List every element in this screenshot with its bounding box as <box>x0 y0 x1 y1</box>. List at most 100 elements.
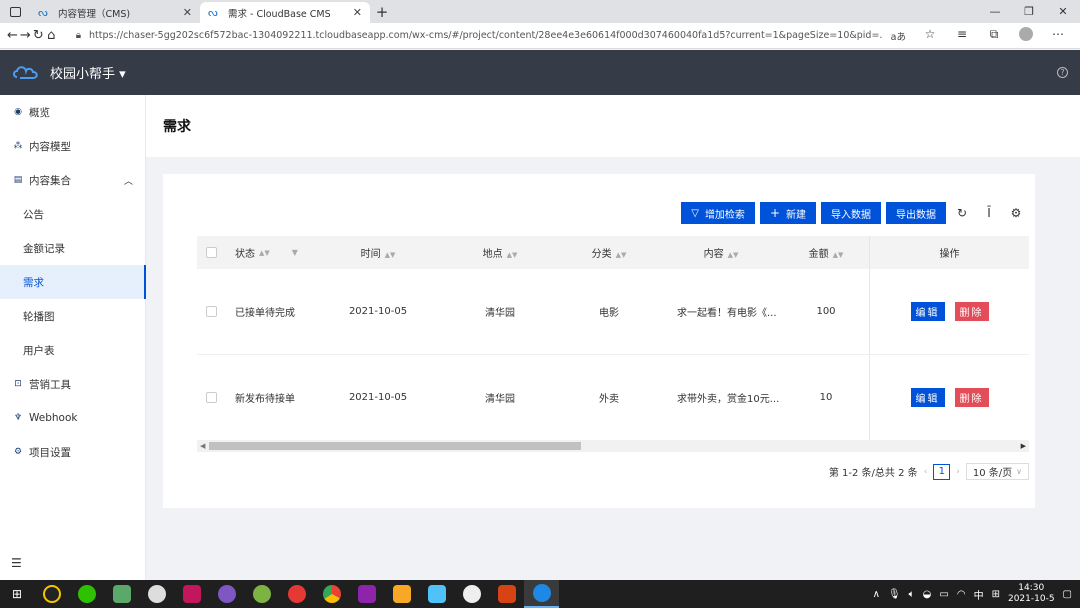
add-search-button[interactable]: ▽ 增加检索 <box>681 202 755 224</box>
favorites-list-icon[interactable]: ≡ <box>946 27 978 44</box>
wechat-dev-app-icon[interactable] <box>454 580 489 608</box>
edge-app-icon[interactable] <box>524 580 559 608</box>
project-switcher[interactable]: 校园小帮手 ▾ <box>50 63 126 82</box>
chrome-app-icon[interactable] <box>314 580 349 608</box>
delete-button[interactable]: 删除 <box>954 302 989 321</box>
cell-time: 2021-10-05 <box>348 306 408 317</box>
sidebar-item-content-collection[interactable]: ▤ 内容集合 ︿ <box>0 163 145 197</box>
row-checkbox[interactable] <box>205 392 217 403</box>
edit-button[interactable]: 编辑 <box>910 302 945 321</box>
close-icon[interactable]: ✕ <box>183 6 192 19</box>
collections-icon[interactable]: ⧉ <box>978 27 1010 44</box>
file-explorer-app-icon[interactable] <box>384 580 419 608</box>
new-tab-button[interactable]: + <box>370 2 394 23</box>
sidebar-item-overview[interactable]: ◉ 概览 <box>0 95 145 129</box>
back-icon[interactable]: ← <box>6 28 19 43</box>
select-all-checkbox[interactable] <box>205 247 217 258</box>
sidebar-item-webhook[interactable]: ♆ Webhook <box>0 401 145 435</box>
filter-icon[interactable]: ▼ <box>292 248 298 257</box>
system-clock[interactable]: 14:30 2021-10-5 <box>1008 583 1055 605</box>
close-window-button[interactable]: ✕ <box>1046 0 1080 23</box>
row-checkbox[interactable] <box>205 306 217 317</box>
wifi-icon[interactable]: ◠ <box>957 589 966 600</box>
column-header-actions: 操作 <box>869 236 1029 269</box>
forward-icon[interactable]: → <box>19 28 32 43</box>
tray-expand-icon[interactable]: ∧ <box>873 589 880 600</box>
delete-button[interactable]: 删除 <box>954 388 989 407</box>
network-icon[interactable]: ◒ <box>923 589 932 600</box>
drawing-app-icon[interactable] <box>279 580 314 608</box>
refresh-icon[interactable]: ↻ <box>951 206 973 220</box>
sidebar-item-settings[interactable]: ⚙ 项目设置 <box>0 435 145 469</box>
favorite-star-icon[interactable]: ☆ <box>914 27 946 44</box>
sidebar-item-users[interactable]: 用户表 <box>0 333 145 367</box>
column-header-content[interactable]: 内容 ▲▼ <box>659 245 783 260</box>
help-icon[interactable]: ? <box>1057 67 1068 78</box>
scroll-left-icon[interactable]: ◀ <box>200 440 205 452</box>
terminal-app-icon[interactable] <box>209 580 244 608</box>
browser-tab-cms[interactable]: ᔓ 内容管理（CMS) ✕ <box>30 2 200 23</box>
home-icon[interactable]: ⌂ <box>45 28 58 43</box>
export-button[interactable]: 导出数据 <box>886 202 946 224</box>
winrar-app-icon[interactable] <box>349 580 384 608</box>
powerpoint-app-icon[interactable] <box>489 580 524 608</box>
column-header-status[interactable]: 状态 ▲▼ ▼ <box>225 245 315 260</box>
scroll-right-icon[interactable]: ▶ <box>1021 440 1026 452</box>
scrollbar-thumb[interactable] <box>209 442 581 450</box>
system-tray: ∧ 🎙︎ 🔈︎ ◒ ▭ ◠ 中 ⊞ 14:30 2021-10-5 ▢ <box>873 583 1080 605</box>
column-header-time[interactable]: 时间 ▲▼ <box>315 245 441 260</box>
browser-tools: ☆ ≡ ⧉ ⋯ <box>914 27 1074 44</box>
language-indicator[interactable]: 中 <box>974 587 984 602</box>
chat-app-icon[interactable] <box>139 580 174 608</box>
column-header-location[interactable]: 地点 ▲▼ <box>441 245 559 260</box>
windows-start-icon[interactable]: ⊞ <box>0 587 34 601</box>
gear-app-icon[interactable] <box>104 580 139 608</box>
window-menu-icon[interactable] <box>0 0 30 23</box>
sidebar-item-announcement[interactable]: 公告 <box>0 197 145 231</box>
wechat-app-icon[interactable] <box>69 580 104 608</box>
sidebar: ◉ 概览 ⁂ 内容模型 ▤ 内容集合 ︿ 公告 金额记录 需求 轮播图 用户表 … <box>0 95 146 580</box>
sort-icon[interactable]: ▲▼ <box>507 251 518 259</box>
read-aloud-icon[interactable]: aあ <box>891 29 906 43</box>
notification-icon[interactable]: ▢ <box>1063 589 1072 600</box>
url-input[interactable]: 🔒︎ https://chaser-5gg202sc6f572bac-13040… <box>68 26 914 46</box>
minimize-button[interactable]: — <box>978 0 1012 23</box>
edit-button[interactable]: 编辑 <box>910 388 945 407</box>
refresh-icon[interactable]: ↻ <box>32 28 45 43</box>
horizontal-scrollbar[interactable]: ◀ ▶ <box>197 440 1029 452</box>
sort-icon[interactable]: ▲▼ <box>259 249 270 257</box>
volume-icon[interactable]: 🔈︎ <box>909 589 915 600</box>
sort-icon[interactable]: ▲▼ <box>728 251 739 259</box>
column-height-icon[interactable]: Ī <box>978 206 1000 220</box>
notes-app-icon[interactable] <box>419 580 454 608</box>
ime-icon[interactable]: ⊞ <box>992 589 1000 600</box>
more-icon[interactable]: ⋯ <box>1042 27 1074 44</box>
maximize-button[interactable]: ❐ <box>1012 0 1046 23</box>
microphone-icon[interactable]: 🎙︎ <box>888 589 901 600</box>
next-page-icon[interactable]: › <box>956 467 960 477</box>
sidebar-item-content-model[interactable]: ⁂ 内容模型 <box>0 129 145 163</box>
create-button[interactable]: + 新建 <box>759 202 816 224</box>
settings-icon[interactable]: ⚙ <box>1005 206 1027 220</box>
prev-page-icon[interactable]: ‹ <box>924 467 928 477</box>
qq-app-icon[interactable] <box>34 580 69 608</box>
browser-tab-requests[interactable]: ᔓ 需求 - CloudBase CMS ✕ <box>200 2 370 23</box>
close-icon[interactable]: ✕ <box>353 6 362 19</box>
sort-icon[interactable]: ▲▼ <box>833 251 844 259</box>
collapse-menu-icon[interactable]: ☰ <box>11 556 22 570</box>
page-number[interactable]: 1 <box>933 463 951 480</box>
battery-icon[interactable]: ▭ <box>939 589 948 600</box>
sort-icon[interactable]: ▲▼ <box>385 251 396 259</box>
sidebar-item-requests[interactable]: 需求 <box>0 265 146 299</box>
profile-icon[interactable] <box>1010 27 1042 44</box>
sidebar-item-carousel[interactable]: 轮播图 <box>0 299 145 333</box>
column-header-amount[interactable]: 金额 ▲▼ <box>783 245 869 260</box>
android-studio-app-icon[interactable] <box>244 580 279 608</box>
column-header-category[interactable]: 分类 ▲▼ <box>559 245 659 260</box>
import-button[interactable]: 导入数据 <box>821 202 881 224</box>
ide-app-icon[interactable] <box>174 580 209 608</box>
sort-icon[interactable]: ▲▼ <box>616 251 627 259</box>
sidebar-item-amount-record[interactable]: 金额记录 <box>0 231 145 265</box>
page-size-select[interactable]: 10 条/页 ∨ <box>965 463 1029 480</box>
sidebar-item-marketing[interactable]: ⊡ 营销工具 <box>0 367 145 401</box>
